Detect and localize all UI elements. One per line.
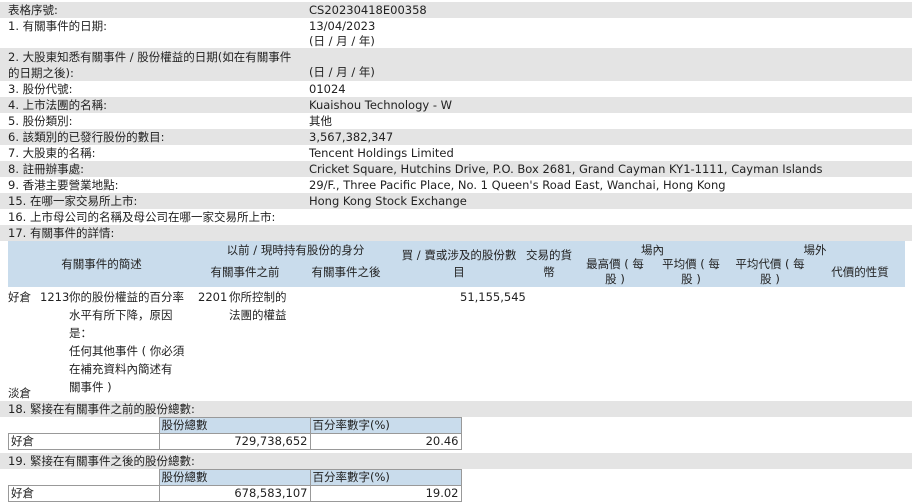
registered-office-label: 8. 註冊辦事處: <box>8 162 85 176</box>
aware-date-row: 2. 大股東知悉有關事件 / 股份權益的日期(如在有關事件 的日期之後): (日… <box>0 48 912 81</box>
header-avg-consideration: 平均代價 ( 每 股 ) <box>735 257 805 286</box>
item19-title: 19. 緊接在有關事件之後的股份總數: <box>8 454 195 468</box>
event-date-row: 1. 有關事件的日期: 13/04/2023 <box>0 18 912 34</box>
header-event: 有關事件的簡述 <box>61 257 142 271</box>
item18-pct: 20.46 <box>309 433 462 450</box>
parent-company-label: 16. 上市母公司的名稱及母公司在哪一家交易所上市: <box>8 210 276 224</box>
header-currency: 交易的貨 幣 <box>526 248 572 279</box>
header-before: 有關事件之前 <box>210 265 280 279</box>
parent-company-row: 16. 上市母公司的名稱及母公司在哪一家交易所上市: <box>0 209 912 225</box>
details-title-row: 17. 有關事件的詳情: <box>0 225 912 241</box>
share-class-value: 其他 <box>309 114 332 128</box>
position-short: 淡倉 <box>8 386 31 400</box>
exchange-label: 15. 在哪一家交易所上市: <box>8 194 138 208</box>
stock-code-value: 01024 <box>309 82 346 96</box>
serial-row: 表格序號: CS20230418E00358 <box>0 2 912 18</box>
serial-value: CS20230418E00358 <box>309 3 427 17</box>
stock-code-row: 3. 股份代號: 01024 <box>0 81 912 97</box>
corp-name-label: 4. 上市法團的名稱: <box>8 98 108 112</box>
position-long: 好倉 <box>8 290 31 304</box>
capacity-description: 你所控制的 法團的權益 <box>229 290 287 322</box>
item19-row-label: 好倉 <box>8 485 160 502</box>
capacity-code: 2201 <box>198 290 228 304</box>
event-code: 1213 <box>40 290 70 304</box>
header-avg-price: 平均價 ( 每 股 ) <box>662 257 720 286</box>
hk-office-value: 29/F., Three Pacific Place, No. 1 Queen'… <box>309 178 726 192</box>
shares-involved: 51,155,545 <box>460 290 526 304</box>
item18-col-shares: 股份總數 <box>158 417 311 434</box>
shareholder-label: 7. 大股東的名稱: <box>8 146 96 160</box>
serial-label: 表格序號: <box>8 3 58 17</box>
header-shares: 買 / 賣或涉及的股份數 目 <box>401 248 517 279</box>
exchange-value: Hong Kong Stock Exchange <box>309 194 467 208</box>
item19-shares: 678,583,107 <box>158 485 311 502</box>
registered-office-value: Cricket Square, Hutchins Drive, P.O. Box… <box>309 162 823 176</box>
header-high-price: 最高價 ( 每 股 ) <box>586 257 644 286</box>
item19-table: 股份總數 百分率數字(%) 好倉 678,583,107 19.02 <box>8 469 462 502</box>
item18-table: 股份總數 百分率數字(%) 好倉 729,738,652 20.46 <box>8 417 462 450</box>
item18-title-row: 18. 緊接在有關事件之前的股份總數: <box>0 401 912 417</box>
event-description: 你的股份權益的百分率 水平有所下降，原因 是： 任何其他事件 ( 你必須 在補充… <box>69 290 185 394</box>
header-after: 有關事件之後 <box>311 265 381 279</box>
stock-code-label: 3. 股份代號: <box>8 82 73 96</box>
item18-title: 18. 緊接在有關事件之前的股份總數: <box>8 402 195 416</box>
hk-office-row: 9. 香港主要營業地點: 29/F., Three Pacific Place,… <box>0 177 912 193</box>
corp-name-row: 4. 上市法團的名稱: Kuaishou Technology - W <box>0 97 912 113</box>
item19-col-shares: 股份總數 <box>158 469 311 486</box>
hk-office-label: 9. 香港主要營業地點: <box>8 178 119 192</box>
aware-date-format: (日 / 月 / 年) <box>309 65 375 79</box>
header-capacity: 以前 / 現時持有股份的身分 <box>226 243 365 257</box>
corp-name-value: Kuaishou Technology - W <box>309 98 453 112</box>
exchange-row: 15. 在哪一家交易所上市: Hong Kong Stock Exchange <box>0 193 912 209</box>
item18-shares: 729,738,652 <box>158 433 311 450</box>
item19-title-row: 19. 緊接在有關事件之後的股份總數: <box>0 453 912 469</box>
shareholder-value: Tencent Holdings Limited <box>309 146 454 160</box>
details-title: 17. 有關事件的詳情: <box>8 226 115 240</box>
issued-shares-value: 3,567,382,347 <box>309 130 394 144</box>
item18-row-label: 好倉 <box>8 433 160 450</box>
registered-office-row: 8. 註冊辦事處: Cricket Square, Hutchins Drive… <box>0 161 912 177</box>
issued-shares-label: 6. 該類別的已發行股份的數目: <box>8 130 165 144</box>
event-date-label: 1. 有關事件的日期: <box>8 19 108 33</box>
item19-pct: 19.02 <box>309 485 462 502</box>
item18-col-pct: 百分率數字(%) <box>309 417 462 434</box>
share-class-label: 5. 股份類別: <box>8 114 73 128</box>
event-date-format-row: (日 / 月 / 年) <box>0 33 912 49</box>
shareholder-row: 7. 大股東的名稱: Tencent Holdings Limited <box>0 145 912 161</box>
aware-date-label: 2. 大股東知悉有關事件 / 股份權益的日期(如在有關事件 的日期之後): <box>8 50 292 80</box>
item19-col-pct: 百分率數字(%) <box>309 469 462 486</box>
issued-shares-row: 6. 該類別的已發行股份的數目: 3,567,382,347 <box>0 129 912 145</box>
share-class-row: 5. 股份類別: 其他 <box>0 113 912 129</box>
event-date-format: (日 / 月 / 年) <box>309 34 375 48</box>
header-nature: 代價的性質 <box>831 265 889 279</box>
details-table-header: 有關事件的簡述 以前 / 現時持有股份的身分 有關事件之前 有關事件之後 買 /… <box>8 241 905 287</box>
event-date-value: 13/04/2023 <box>309 19 376 33</box>
